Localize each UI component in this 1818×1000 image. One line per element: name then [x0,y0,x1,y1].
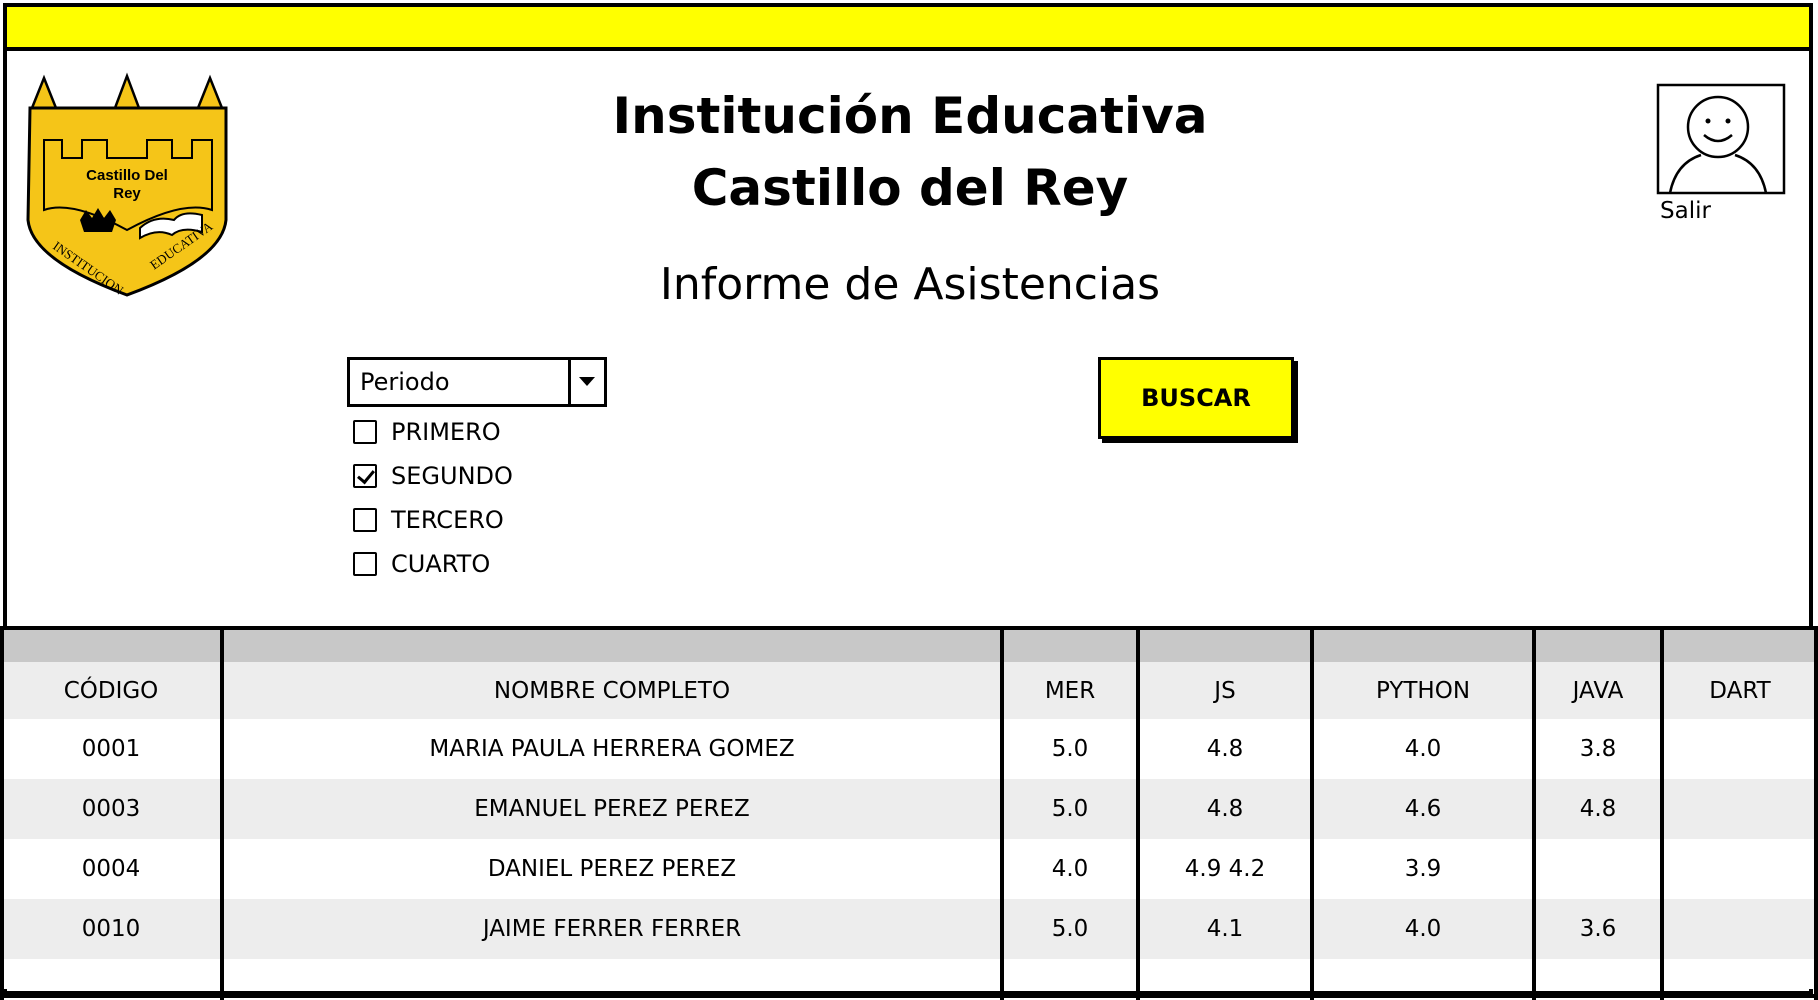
cell-js: 4.8 [1138,779,1312,839]
title-line-1: Institución Educativa [612,87,1208,145]
column-header-codigo[interactable]: CÓDIGO [0,662,222,719]
column-header-nombre[interactable]: NOMBRE COMPLETO [222,662,1002,719]
table-bottom-border [0,994,1818,998]
grades-table-container: CÓDIGO NOMBRE COMPLETO MER JS PYTHON JAV… [0,626,1818,1000]
column-header-python[interactable]: PYTHON [1312,662,1534,719]
table-divider [1814,626,1818,1000]
cell-nombre: DANIEL PEREZ PEREZ [222,839,1002,899]
table-header-bar [0,626,1818,662]
title-line-2: Castillo del Rey [691,159,1129,217]
table-top-border [0,626,1818,630]
table-header-row: CÓDIGO NOMBRE COMPLETO MER JS PYTHON JAV… [0,662,1818,719]
cell-dart [1662,839,1818,899]
cell-js: 4.8 [1138,719,1312,779]
cell-dart [1662,899,1818,959]
cell-codigo: 0001 [0,719,222,779]
cell-nombre: EMANUEL PEREZ PEREZ [222,779,1002,839]
checkbox-tercero[interactable] [353,508,377,532]
table-divider [1532,626,1536,1000]
cell-java: 3.8 [1534,719,1662,779]
cell-python: 4.0 [1312,899,1534,959]
search-button[interactable]: BUSCAR [1098,357,1294,439]
period-option-label: TERCERO [391,506,504,534]
table-divider [220,626,224,1000]
table-divider [1136,626,1140,1000]
logout-link[interactable]: Salir [1660,198,1711,224]
cell-java [1534,839,1662,899]
cell-mer: 4.0 [1002,839,1138,899]
period-option-cuarto[interactable]: CUARTO [353,542,513,586]
user-avatar-icon[interactable] [1656,83,1786,195]
chevron-down-icon[interactable] [568,360,604,404]
period-option-label: PRIMERO [391,418,501,446]
period-select-value: Periodo [360,368,450,396]
period-option-tercero[interactable]: TERCERO [353,498,513,542]
column-header-dart[interactable]: DART [1662,662,1818,719]
cell-codigo: 0004 [0,839,222,899]
cell-python: 4.0 [1312,719,1534,779]
top-bar [7,7,1809,51]
cell-mer: 5.0 [1002,779,1138,839]
column-header-java[interactable]: JAVA [1534,662,1662,719]
report-subtitle: Informe de Asistencias [659,259,1161,310]
grades-table: CÓDIGO NOMBRE COMPLETO MER JS PYTHON JAV… [0,626,1818,989]
period-select[interactable]: Periodo [347,357,607,407]
cell-java: 4.8 [1534,779,1662,839]
checkbox-segundo[interactable] [353,464,377,488]
cell-nombre: JAIME FERRER FERRER [222,899,1002,959]
checkbox-primero[interactable] [353,420,377,444]
cell-python: 3.9 [1312,839,1534,899]
cell-dart [1662,779,1818,839]
period-option-segundo[interactable]: SEGUNDO [353,454,513,498]
crown-icon [80,208,116,232]
table-divider [0,626,4,1000]
cell-js: 4.1 [1138,899,1312,959]
cell-nombre: MARIA PAULA HERRERA GOMEZ [222,719,1002,779]
logo-text-line2: Rey [113,185,141,202]
checkbox-cuarto[interactable] [353,552,377,576]
period-options: PRIMERO SEGUNDO TERCERO CUARTO [353,410,513,586]
school-logo: Castillo Del Rey INSTITUCION EDUCATIVA [26,72,228,298]
cell-mer: 5.0 [1002,899,1138,959]
cell-dart [1662,719,1818,779]
cell-java: 3.6 [1534,899,1662,959]
cell-js: 4.9 4.2 [1138,839,1312,899]
table-row[interactable]: 0001 MARIA PAULA HERRERA GOMEZ 5.0 4.8 4… [0,719,1818,779]
table-divider [1310,626,1314,1000]
cell-codigo: 0010 [0,899,222,959]
table-divider [1660,626,1664,1000]
cell-python: 4.6 [1312,779,1534,839]
table-row[interactable]: 0003 EMANUEL PEREZ PEREZ 5.0 4.8 4.6 4.8 [0,779,1818,839]
table-divider [1000,626,1004,1000]
column-header-mer[interactable]: MER [1002,662,1138,719]
cell-codigo: 0003 [0,779,222,839]
period-option-primero[interactable]: PRIMERO [353,410,513,454]
period-option-label: SEGUNDO [391,462,513,490]
table-empty-row [0,959,1818,989]
column-header-js[interactable]: JS [1138,662,1312,719]
table-row[interactable]: 0004 DANIEL PEREZ PEREZ 4.0 4.9 4.2 3.9 [0,839,1818,899]
logo-text-line1: Castillo Del [86,167,168,184]
page-title: Institución Educativa Castillo del Rey [500,80,1320,224]
cell-mer: 5.0 [1002,719,1138,779]
table-row[interactable]: 0010 JAIME FERRER FERRER 5.0 4.1 4.0 3.6 [0,899,1818,959]
period-option-label: CUARTO [391,550,491,578]
